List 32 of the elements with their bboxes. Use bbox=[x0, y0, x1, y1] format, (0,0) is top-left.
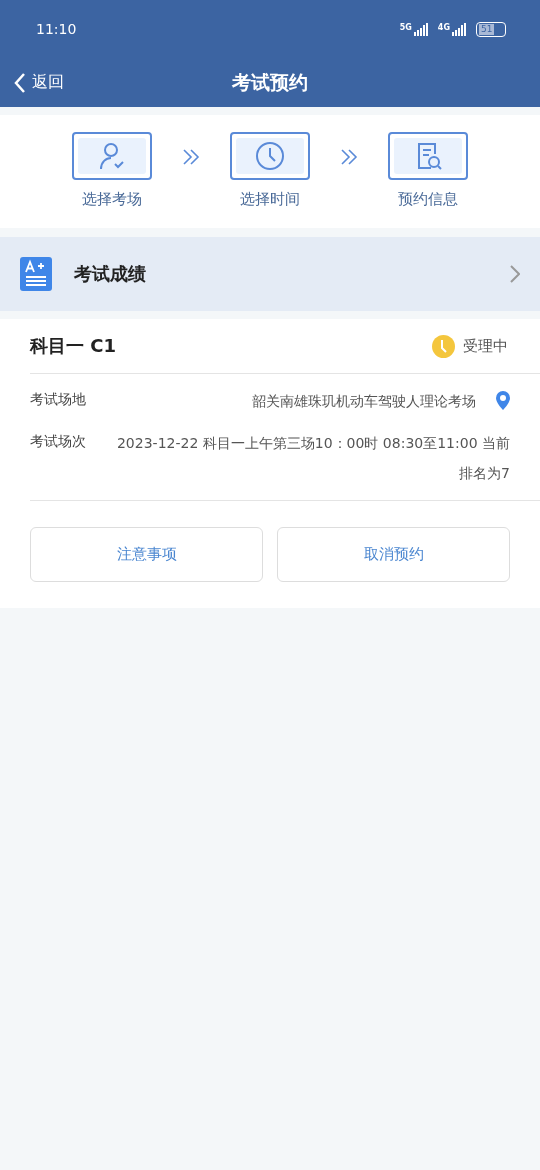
step-label: 选择考场 bbox=[82, 190, 142, 209]
location-pin-icon[interactable] bbox=[496, 391, 510, 410]
step-tile[interactable] bbox=[72, 132, 152, 180]
status-time: 11:10 bbox=[36, 21, 77, 37]
battery-icon: 51 bbox=[476, 21, 506, 37]
page-title: 考试预约 bbox=[232, 70, 308, 93]
signal-icon bbox=[452, 22, 466, 36]
step-label: 预约信息 bbox=[398, 190, 458, 209]
exam-score-row[interactable]: 考试成绩 bbox=[0, 237, 540, 311]
field-value: 2023-12-22 科目一上午第三场10：00时 08:30至11:00 当前排名为7 bbox=[115, 434, 510, 483]
back-button[interactable]: 返回 bbox=[14, 71, 64, 94]
step-label: 选择时间 bbox=[240, 190, 300, 209]
clock-icon bbox=[254, 140, 286, 172]
chevron-right-icon bbox=[510, 265, 520, 283]
field-label: 考试场地 bbox=[30, 390, 86, 409]
action-button[interactable]: 取消预约 bbox=[277, 527, 510, 582]
grade-icon bbox=[20, 257, 52, 291]
clock-icon bbox=[432, 334, 455, 358]
network-label: 4G bbox=[437, 22, 450, 32]
person-check-icon bbox=[97, 141, 127, 171]
step-tile[interactable] bbox=[388, 132, 468, 180]
subject-title: 科目一 C1 bbox=[30, 334, 117, 358]
chevron-left-icon bbox=[14, 71, 26, 94]
action-button[interactable]: 注意事项 bbox=[30, 527, 263, 582]
double-chevron-icon bbox=[340, 148, 358, 166]
status-text: 受理中 bbox=[463, 336, 508, 356]
double-chevron-icon bbox=[182, 148, 200, 166]
field-value: 韶关南雄珠玑机动车驾驶人理论考场 bbox=[251, 392, 476, 411]
signal-icon bbox=[413, 22, 428, 36]
network-label: 5G bbox=[399, 22, 412, 32]
field-label: 考试场次 bbox=[30, 432, 86, 451]
step-tile[interactable] bbox=[230, 132, 310, 180]
